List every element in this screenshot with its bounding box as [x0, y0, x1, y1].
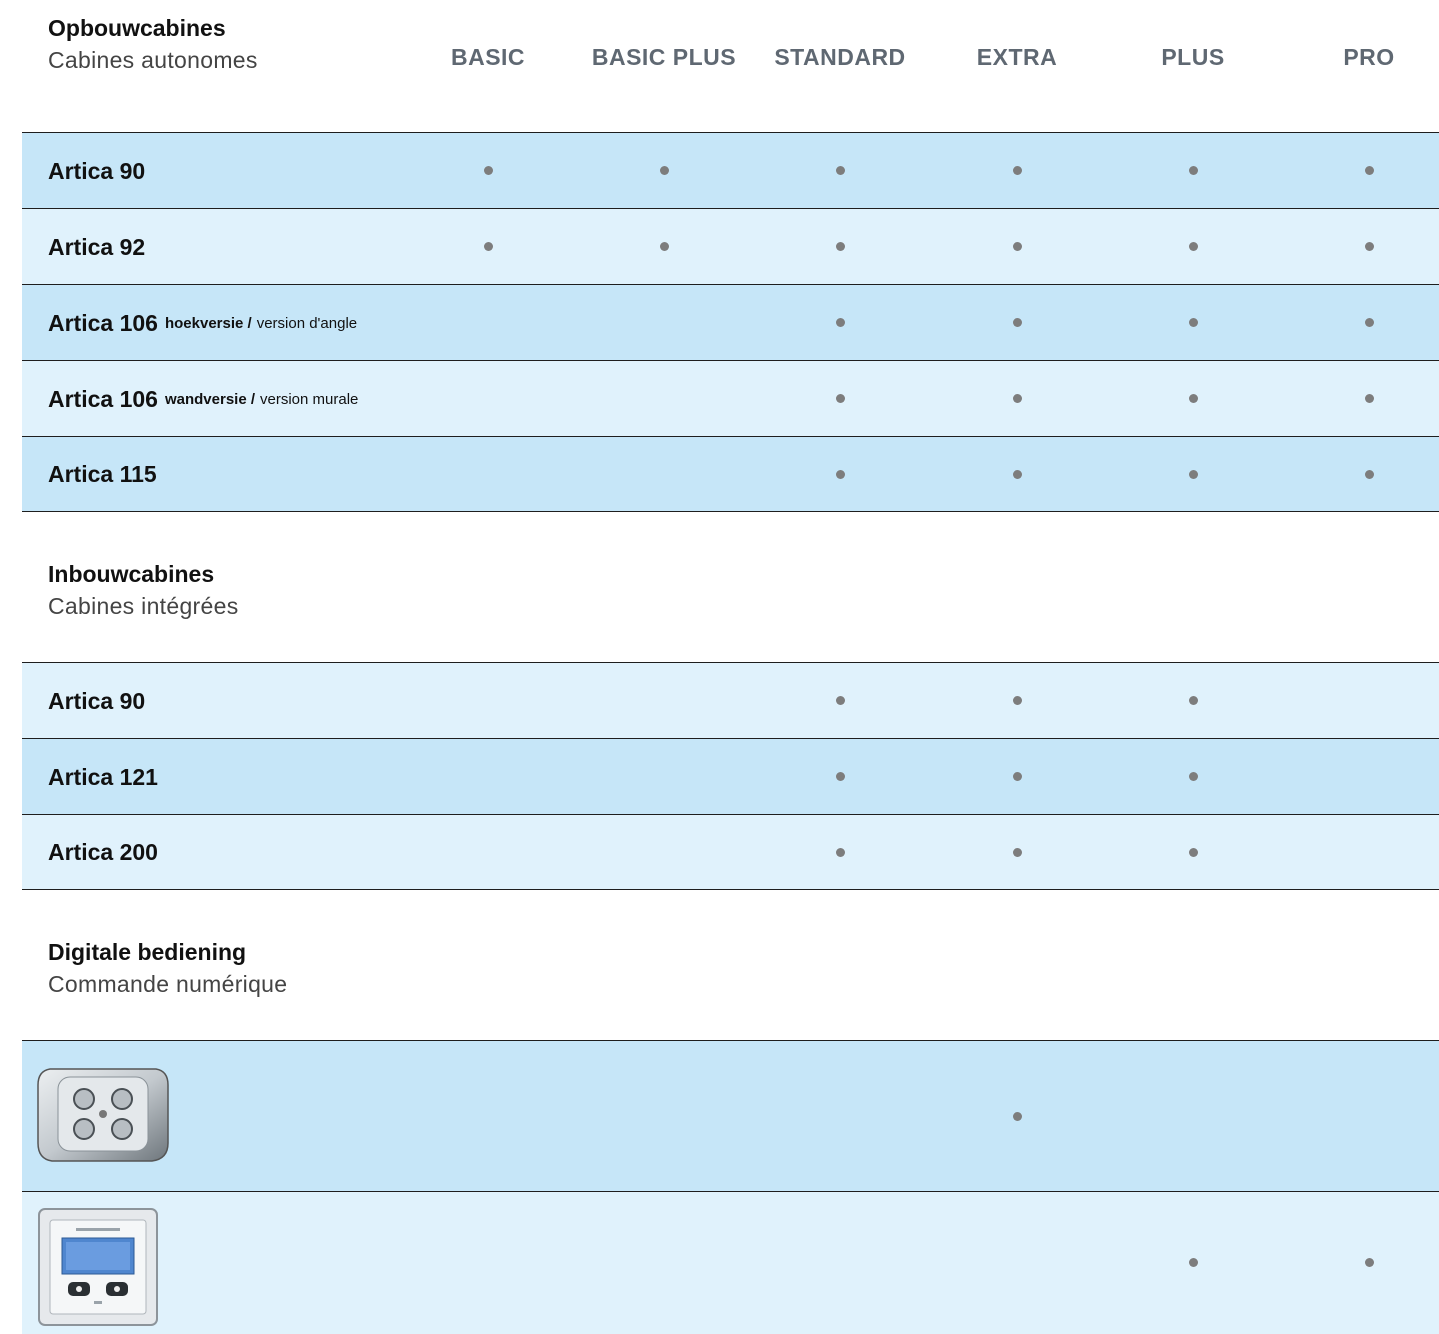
- row-label: Artica 90: [48, 133, 145, 209]
- availability-dot-extra: [1012, 242, 1022, 251]
- availability-dot-standard: [835, 772, 845, 781]
- section-subtitle-cabines-integrees: Cabines intégrées: [48, 593, 239, 619]
- rotary-control-panel-image: [36, 1063, 170, 1170]
- availability-dot-extra: [1012, 318, 1022, 327]
- availability-dot-plus: [1188, 847, 1198, 857]
- row-label: Artica 106 hoekversie / version d'angle: [48, 285, 357, 361]
- product-name: Artica 115: [48, 460, 157, 487]
- section-subtitle-commande-numerique: Commande numérique: [48, 971, 288, 997]
- availability-dot-standard: [835, 847, 845, 857]
- product-name: Artica 106: [48, 309, 158, 336]
- availability-dot-plus: [1188, 696, 1198, 705]
- section-title-inbouwcabines: Inbouwcabines: [48, 561, 215, 587]
- availability-dot-basic: [483, 166, 493, 175]
- table-row: Artica 200: [22, 814, 1439, 890]
- availability-dot-standard: [835, 166, 845, 175]
- product-name: Artica 90: [48, 687, 146, 714]
- column-header-standard: STANDARD: [774, 44, 906, 70]
- column-header-basic-plus: BASIC PLUS: [591, 44, 737, 70]
- availability-dot-basic: [483, 242, 493, 251]
- availability-dot-basic-plus: [659, 242, 669, 251]
- row-label: Artica 121: [48, 739, 158, 815]
- variant-nl: hoekversie /: [164, 314, 252, 332]
- column-header-pro: PRO: [1343, 44, 1395, 70]
- section-title-digitale-bediening: Digitale bediening: [48, 939, 247, 965]
- product-name: Artica 92: [48, 233, 146, 260]
- availability-dot-plus: [1188, 242, 1198, 251]
- table-row: Artica 90: [22, 662, 1439, 739]
- table-row: Artica 121: [22, 738, 1439, 815]
- availability-dot-plus: [1188, 469, 1198, 479]
- availability-dot-plus: [1188, 772, 1198, 781]
- product-name: Artica 200: [48, 838, 158, 865]
- availability-dot-standard: [835, 394, 845, 403]
- availability-dot-basic-plus: [659, 166, 669, 175]
- product-name: Artica 106: [48, 385, 158, 412]
- availability-dot-standard: [835, 318, 845, 327]
- column-header-basic: BASIC: [450, 44, 526, 70]
- availability-dot-pro: [1364, 242, 1374, 251]
- availability-dot-pro: [1364, 1258, 1374, 1267]
- availability-dot-extra: [1012, 847, 1022, 857]
- availability-dot-extra: [1012, 696, 1022, 705]
- column-header-plus: PLUS: [1161, 44, 1225, 70]
- availability-dot-standard: [835, 696, 845, 705]
- availability-dot-standard: [835, 242, 845, 251]
- availability-dot-extra: [1012, 1111, 1022, 1121]
- availability-dot-pro: [1364, 318, 1374, 327]
- availability-dot-extra: [1012, 772, 1022, 781]
- table-row: [22, 1191, 1439, 1334]
- availability-dot-plus: [1188, 166, 1198, 175]
- availability-dot-extra: [1012, 394, 1022, 403]
- availability-dot-extra: [1012, 469, 1022, 479]
- row-label: Artica 200: [48, 815, 158, 889]
- availability-dot-plus: [1188, 318, 1198, 327]
- variant-nl: wandversie /: [164, 390, 256, 408]
- row-label: Artica 106 wandversie / version murale: [48, 361, 358, 437]
- product-name: Artica 90: [48, 157, 146, 184]
- digital-display-panel-image: [38, 1208, 160, 1333]
- row-label: Artica 90: [48, 663, 145, 739]
- table-row: Artica 90: [22, 132, 1439, 209]
- availability-dot-standard: [835, 469, 845, 479]
- availability-dot-plus: [1188, 1258, 1198, 1267]
- variant-fr: version d'angle: [256, 314, 358, 332]
- availability-dot-pro: [1364, 166, 1374, 175]
- availability-dot-plus: [1188, 394, 1198, 403]
- product-name: Artica 121: [48, 763, 158, 790]
- column-header-extra: EXTRA: [976, 44, 1058, 70]
- table-row: [22, 1040, 1439, 1192]
- section-title-opbouwcabines: Opbouwcabines: [48, 15, 226, 41]
- availability-dot-extra: [1012, 166, 1022, 175]
- row-label: Artica 92: [48, 209, 145, 285]
- section-subtitle-cabines-autonomes: Cabines autonomes: [48, 47, 258, 73]
- table-row: Artica 106 hoekversie / version d'angle: [22, 284, 1439, 361]
- table-row: Artica 115: [22, 436, 1439, 512]
- variant-fr: version murale: [260, 390, 359, 408]
- table-row: Artica 106 wandversie / version murale: [22, 360, 1439, 437]
- availability-dot-pro: [1364, 394, 1374, 403]
- availability-dot-pro: [1364, 469, 1374, 479]
- table-row: Artica 92: [22, 208, 1439, 285]
- row-label: Artica 115: [48, 437, 157, 511]
